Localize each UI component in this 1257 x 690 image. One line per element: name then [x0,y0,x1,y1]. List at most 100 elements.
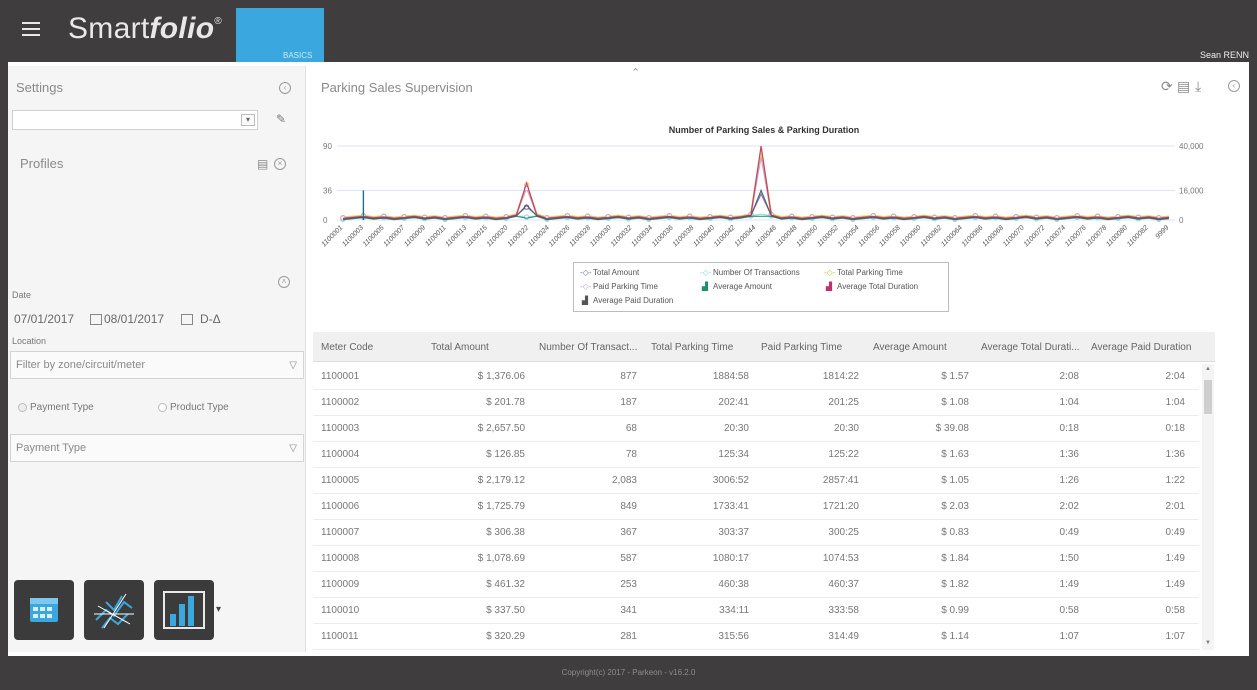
legend-label: Average Total Duration [837,282,919,291]
frame-right [1249,62,1257,656]
table-cell: 1100004 [321,449,360,460]
location-label: Location [12,336,47,346]
y-left-tick-label: 0 [323,216,328,225]
legend-item[interactable]: ▟ Average Total Duration [824,282,918,291]
calendar-view-button[interactable] [14,580,74,640]
table-row[interactable]: 1100006 $ 1,725.79 849 1733:41 1721:20 $ 2.03… [313,494,1199,520]
table-cell: 314:49 [828,631,859,642]
x-tick-label: 1100003 [341,224,365,248]
refresh-icon[interactable]: ⟳ [1161,78,1173,95]
column-header[interactable]: Paid Parking Time [761,342,842,353]
column-header[interactable]: Total Parking Time [651,342,733,353]
chevron-down-icon[interactable]: ▾ [241,114,255,126]
table-cell: 2:08 [1059,371,1079,382]
table-row[interactable]: 1100002 $ 201.78 187 202:41 201:25 $ 1.08 1:04… [313,390,1199,416]
legend-item[interactable]: -◇- Total Parking Time [824,268,903,277]
column-header[interactable]: Meter Code [321,342,373,353]
legend-item[interactable]: -◇- Number Of Transactions [700,268,800,277]
x-tick-label: 1100015 [465,224,489,248]
collapse-top-icon[interactable]: ⌃ [631,66,640,79]
filter-icon[interactable]: ▽ [289,360,297,371]
scroll-down-icon[interactable]: ▼ [1205,640,1211,646]
x-tick-label: 1100066 [961,224,985,248]
table-cell: 1:49 [1165,553,1185,564]
x-tick-label: 1100048 [775,224,799,248]
table-cell: 1100010 [321,605,360,616]
column-header[interactable]: Total Amount [431,342,489,353]
table-row[interactable]: 1100008 $ 1,078.69 587 1080:17 1074:53 $ 1.84… [313,546,1199,572]
legend-marker-icon: ▟ [825,282,833,291]
legend-item[interactable]: ▟ Average Amount [700,282,772,291]
column-header[interactable]: Average Total Durati... [981,342,1080,353]
table-row[interactable]: 1100011 $ 320.29 281 315:56 314:49 $ 1.14 1:07… [313,624,1199,650]
download-icon[interactable]: ⤓ [1195,78,1201,95]
calendar-to-icon[interactable] [181,314,193,325]
x-tick-label: 1100076 [1064,224,1088,248]
table-row[interactable]: 1100007 $ 306.38 367 303:37 300:25 $ 0.83 0:49… [313,520,1199,546]
table-row[interactable]: 1100009 $ 461.32 253 460:38 460:37 $ 1.82 1:49… [313,572,1199,598]
user-name[interactable]: Sean RENN [1200,50,1249,60]
legend-item[interactable]: ▟ Average Paid Duration [580,296,673,305]
collapse-up-icon[interactable]: ˄ [278,276,290,288]
x-tick-label: 1100052 [816,224,840,248]
scroll-thumb[interactable] [1204,380,1212,414]
table-row[interactable]: 1100003 $ 2,657.50 68 20:30 20:30 $ 39.08 0:18… [313,416,1199,442]
map-view-button[interactable] [84,580,144,640]
table-cell: $ 1,078.69 [477,553,525,564]
save-profile-icon[interactable]: ▤ [257,157,268,171]
clear-profile-icon[interactable]: × [274,158,286,170]
table-cell: 201:25 [828,397,859,408]
radio-product-type[interactable]: Product Type [158,402,229,413]
print-icon[interactable]: ▤ [1177,78,1190,95]
x-tick-label: 1100064 [940,224,964,248]
hamburger-menu-icon[interactable] [22,22,40,36]
edition-label: BASICS [283,51,313,60]
page-title: Parking Sales Supervision [321,80,473,95]
table-row[interactable]: 1100001 $ 1,376.06 877 1884:58 1814:22 $ 1.57… [313,364,1199,390]
location-filter-input[interactable]: Filter by zone/circuit/meter ▽ [10,351,304,379]
chevron-down-icon[interactable]: ▾ [216,604,221,615]
table-cell: 1100002 [321,397,360,408]
table-cell: 68 [625,423,637,434]
scroll-up-icon[interactable]: ▲ [1205,366,1211,372]
table-cell: 1100007 [321,527,360,538]
collapse-right-icon[interactable]: ‹ [1228,80,1240,92]
table-cell: 2,083 [611,475,637,486]
chart-title: Number of Parking Sales & Parking Durati… [669,125,860,135]
legend-item[interactable]: -◇- Paid Parking Time [580,282,658,291]
collapse-sidebar-icon[interactable]: ‹ [279,82,291,94]
table-cell: 1100001 [321,371,360,382]
payment-type-select[interactable]: Payment Type ▽ [10,434,304,462]
table-cell: 367 [620,527,637,538]
column-header[interactable]: Average Amount [873,342,947,353]
calendar-from-icon[interactable] [90,314,102,325]
column-header[interactable]: Number Of Transact... [539,342,637,353]
table-row[interactable]: 1100004 $ 126.85 78 125:34 125:22 $ 1.63 1:36 1… [313,442,1199,468]
x-tick-label: 1100042 [713,224,737,248]
table-cell: 3006:52 [712,475,749,486]
chart-view-button[interactable] [154,580,214,640]
table-cell: 0:49 [1059,527,1079,538]
table-scrollbar[interactable]: ▲ ▼ [1202,364,1214,650]
main-panel: Parking Sales Supervision ⌃ ⟳ ▤ ⤓ Number… [313,66,1215,652]
table-cell: $ 306.38 [486,527,525,538]
table-cell: $ 126.85 [486,449,525,460]
x-tick-label: 1100009 [403,224,427,248]
column-header[interactable]: Average Paid Duration [1091,342,1191,353]
map-icon [94,593,134,629]
table-row[interactable]: 1100005 $ 2,179.12 2,083 3006:52 2857:41 $ 1.… [313,468,1199,494]
date-from-field[interactable]: 07/01/2017 [14,312,74,326]
table-cell: $ 0.99 [941,605,969,616]
radio-payment-type[interactable]: Payment Type [18,402,94,413]
table-cell: 1:07 [1165,631,1185,642]
x-tick-label: 1100001 [321,224,345,248]
filter-icon[interactable]: ▽ [289,443,297,454]
table-row[interactable]: 1100010 $ 337.50 341 334:11 333:58 $ 0.99 0:58… [313,598,1199,624]
date-mode-toggle[interactable]: D-Δ [200,312,221,326]
legend-label: Number Of Transactions [713,268,800,277]
legend-item[interactable]: -◇- Total Amount [580,268,639,277]
date-to-field[interactable]: 08/01/2017 [104,312,164,326]
settings-select[interactable]: ▾ [12,110,258,130]
edit-pencil-icon[interactable]: ✎ [276,112,286,126]
legend-marker-icon: ▟ [581,296,589,305]
